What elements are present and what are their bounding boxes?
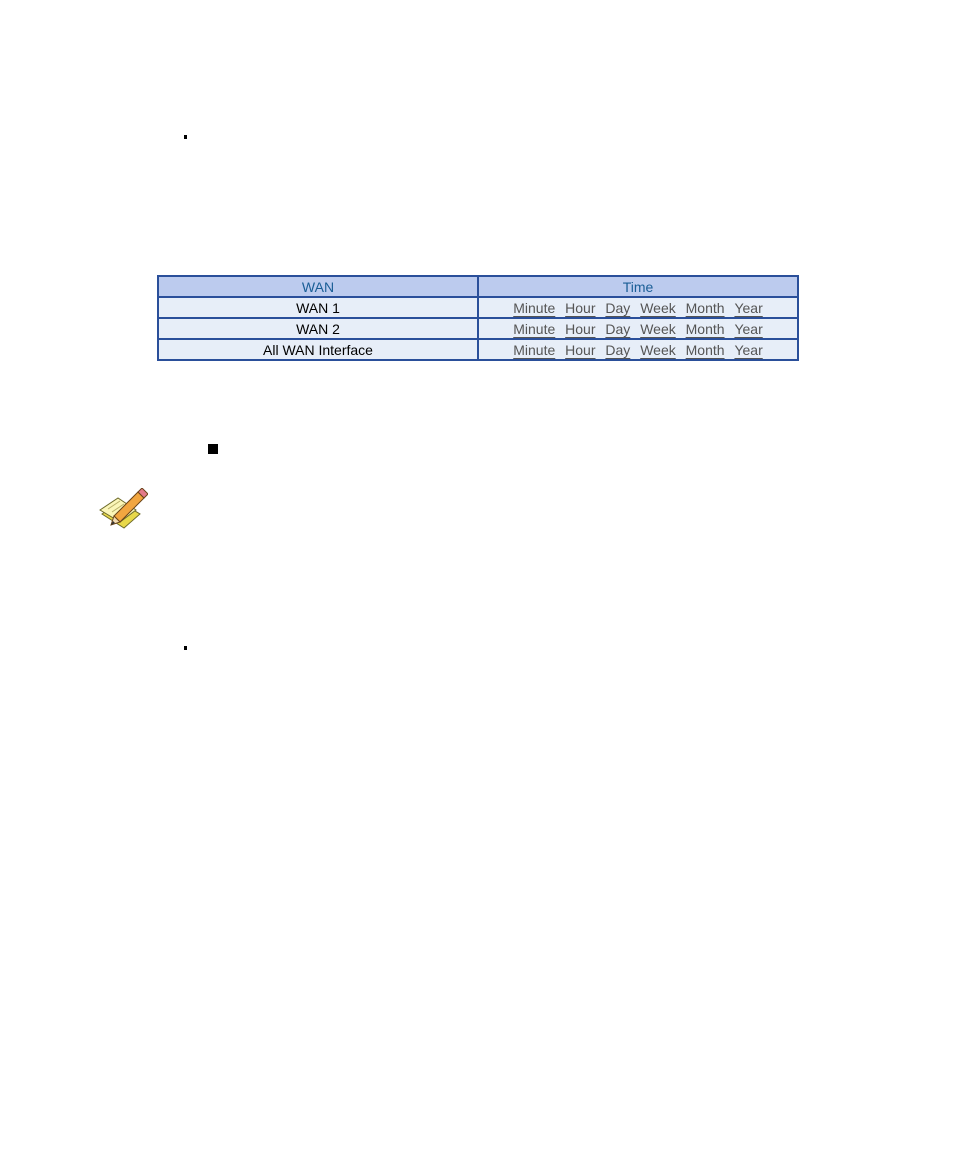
link-week[interactable]: Week (640, 300, 676, 316)
table-row: WAN 2 Minute Hour Day Week Month Year (157, 317, 799, 340)
link-hour[interactable]: Hour (565, 321, 595, 337)
link-month[interactable]: Month (686, 342, 725, 358)
link-week[interactable]: Week (640, 342, 676, 358)
link-day[interactable]: Day (605, 342, 630, 358)
wan-traffic-table: WAN Time WAN 1 Minute Hour Day Week Mont… (157, 275, 799, 361)
link-month[interactable]: Month (686, 321, 725, 337)
square-bullet (208, 444, 218, 454)
link-year[interactable]: Year (734, 342, 762, 358)
table-header-row: WAN Time (157, 275, 799, 298)
table-row: WAN 1 Minute Hour Day Week Month Year (157, 296, 799, 319)
time-links: Minute Hour Day Week Month Year (477, 338, 799, 361)
link-day[interactable]: Day (605, 300, 630, 316)
bullet-dot (184, 646, 187, 650)
link-week[interactable]: Week (640, 321, 676, 337)
table-row: All WAN Interface Minute Hour Day Week M… (157, 338, 799, 361)
wan-name: WAN 2 (157, 317, 479, 340)
link-year[interactable]: Year (734, 321, 762, 337)
bullet-dot (184, 135, 187, 139)
link-month[interactable]: Month (686, 300, 725, 316)
wan-name: WAN 1 (157, 296, 479, 319)
note-pencil-icon (98, 487, 149, 532)
link-minute[interactable]: Minute (513, 300, 555, 316)
wan-name: All WAN Interface (157, 338, 479, 361)
link-minute[interactable]: Minute (513, 342, 555, 358)
link-minute[interactable]: Minute (513, 321, 555, 337)
link-year[interactable]: Year (734, 300, 762, 316)
link-day[interactable]: Day (605, 321, 630, 337)
header-time: Time (477, 275, 799, 298)
link-hour[interactable]: Hour (565, 300, 595, 316)
time-links: Minute Hour Day Week Month Year (477, 296, 799, 319)
header-wan: WAN (157, 275, 479, 298)
link-hour[interactable]: Hour (565, 342, 595, 358)
time-links: Minute Hour Day Week Month Year (477, 317, 799, 340)
